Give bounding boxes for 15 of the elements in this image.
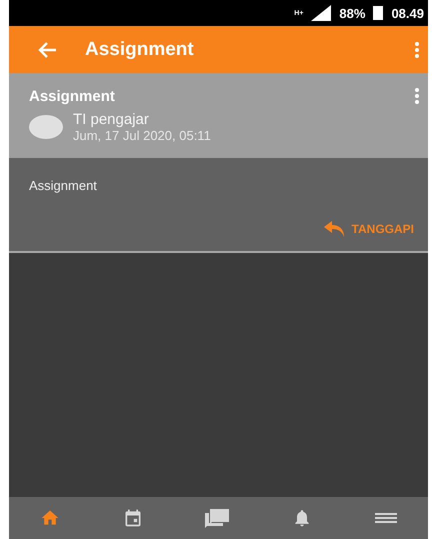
signal-icon xyxy=(311,5,332,21)
post-options-icon[interactable] xyxy=(414,87,420,105)
back-icon[interactable] xyxy=(37,40,57,58)
avatar xyxy=(29,115,63,139)
clock: 08.49 xyxy=(391,6,424,20)
reply-button[interactable]: TANGGAPI xyxy=(322,219,416,239)
author-name: TI pengajar xyxy=(73,111,150,128)
battery-level: 88% xyxy=(339,6,366,20)
post-date: Jum, 17 Jul 2020, 05:11 xyxy=(73,128,211,143)
app-title: Assignment xyxy=(85,38,195,60)
reply-icon xyxy=(324,221,346,237)
post-title: Assignment xyxy=(29,88,115,104)
post-body: Assignment xyxy=(29,178,98,193)
more-options-icon[interactable] xyxy=(414,40,420,58)
battery-icon xyxy=(373,6,384,20)
